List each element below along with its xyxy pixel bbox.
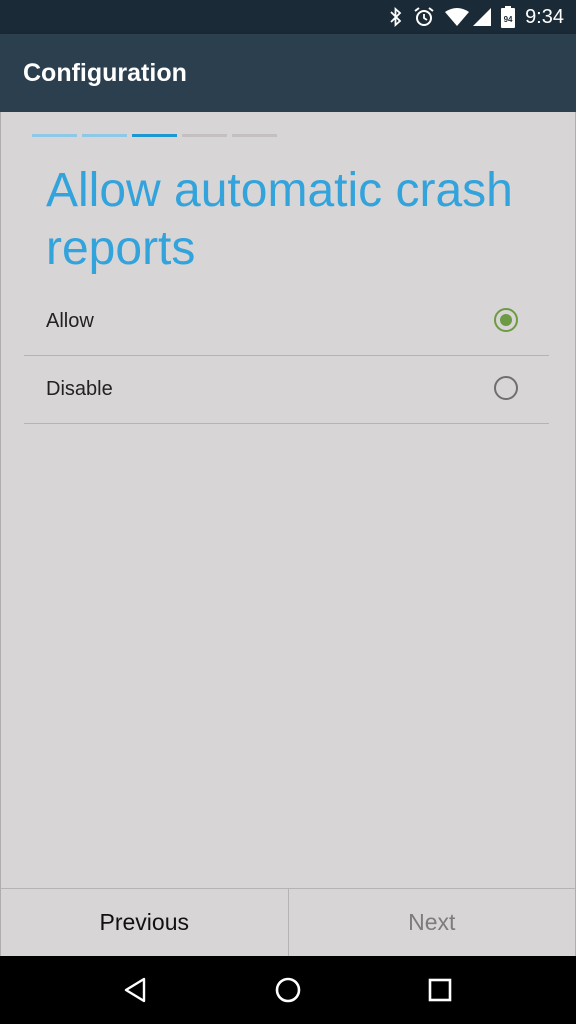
progress-step-5 bbox=[232, 134, 277, 137]
radio-dot bbox=[500, 314, 512, 326]
bluetooth-icon bbox=[389, 7, 403, 27]
option-label: Allow bbox=[46, 310, 94, 332]
recents-icon[interactable] bbox=[416, 966, 464, 1014]
step-progress-indicator bbox=[32, 134, 277, 137]
option-allow[interactable]: Allow bbox=[24, 288, 549, 356]
wizard-button-bar: Previous Next bbox=[0, 888, 576, 956]
next-button[interactable]: Next bbox=[289, 889, 576, 956]
option-disable[interactable]: Disable bbox=[24, 356, 549, 424]
signal-icon bbox=[473, 8, 492, 26]
system-nav-bar bbox=[0, 956, 576, 1024]
page-title: Allow automatic crash reports bbox=[46, 164, 513, 275]
battery-icon: 94 bbox=[501, 6, 516, 28]
progress-step-2 bbox=[82, 134, 127, 137]
progress-step-3 bbox=[132, 134, 177, 137]
radio-button-allow[interactable] bbox=[494, 308, 518, 332]
home-icon[interactable] bbox=[264, 966, 312, 1014]
app-bar: Configuration bbox=[0, 34, 576, 112]
progress-step-1 bbox=[32, 134, 77, 137]
option-label: Disable bbox=[46, 378, 113, 400]
radio-button-disable[interactable] bbox=[494, 376, 518, 400]
status-bar: 94 9:34 bbox=[0, 0, 576, 34]
progress-step-4 bbox=[182, 134, 227, 137]
battery-level: 94 bbox=[503, 14, 513, 24]
wifi-icon bbox=[445, 8, 470, 26]
app-title: Configuration bbox=[23, 59, 187, 87]
alarm-icon bbox=[413, 6, 435, 28]
wizard-content: Allow automatic crash reports Allow Disa… bbox=[0, 112, 576, 888]
previous-button[interactable]: Previous bbox=[1, 889, 289, 956]
back-icon[interactable] bbox=[112, 966, 160, 1014]
status-time: 9:34 bbox=[525, 5, 564, 28]
